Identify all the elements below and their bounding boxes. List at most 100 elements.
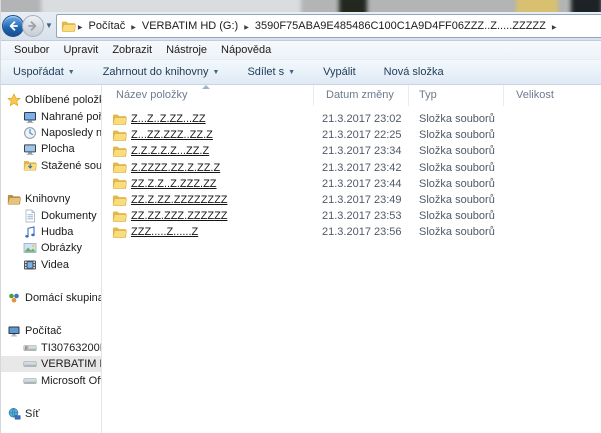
sidebar-item-nahrane-porad[interactable]: Nahrané pořad	[1, 108, 101, 124]
column-header-type[interactable]: Typ	[409, 85, 504, 106]
os-drive-icon	[22, 341, 37, 355]
file-name-cell[interactable]: ZZ.Z.ZZ.ZZZZZZZZ	[102, 193, 314, 207]
sidebar-item-domaci-skupina[interactable]: Domácí skupina	[1, 290, 101, 306]
command-toolbar: Uspořádat▼ Zahrnout do knihovny▼ Sdílet s ▼…	[1, 60, 601, 85]
sidebar-item-pocitac[interactable]: Počítač	[1, 323, 101, 339]
sidebar-item-sit[interactable]: Síť	[1, 406, 101, 422]
toolbar-item-vypalit[interactable]: Vypálit	[319, 64, 360, 80]
menu-item-soubor[interactable]: Soubor	[7, 42, 56, 58]
music-icon	[22, 225, 37, 239]
file-date-modified: 21.3.2017 23:53	[314, 210, 409, 222]
file-name: Z...ZZ.ZZZ..ZZ.Z	[131, 129, 213, 141]
sidebar-item-oblibene-polozky[interactable]: Oblíbené položky	[1, 92, 101, 108]
sidebar-item-dokumenty[interactable]: Dokumenty	[1, 207, 101, 223]
sidebar-item-microsoft-offic[interactable]: Microsoft Offic	[1, 372, 101, 388]
breadcrumb-item-3590f75aba9e485486c100c1a9d4ff06zzz-z-zzzzz[interactable]: 3590F75ABA9E485486C100C1A9D4FF06ZZZ..Z..…	[250, 20, 551, 32]
sidebar-item-label: Naposledy navš	[41, 127, 101, 139]
file-date-modified: 21.3.2017 23:02	[314, 113, 409, 125]
column-header-label: Typ	[419, 89, 437, 101]
file-name-cell[interactable]: Z.Z.Z.Z.Z...ZZ.Z	[102, 144, 314, 158]
file-type: Složka souborů	[409, 210, 504, 222]
folder-icon	[112, 112, 127, 126]
file-type: Složka souborů	[409, 145, 504, 157]
desktop-background-sliver	[1, 0, 601, 12]
menu-item-napoveda[interactable]: Nápověda	[214, 42, 278, 58]
breadcrumb-item-pocitac[interactable]: Počítač	[84, 20, 131, 32]
file-name-cell[interactable]: ZZZ.....Z......Z	[102, 225, 314, 239]
column-header-size[interactable]: Velikost	[504, 85, 584, 106]
file-name-cell[interactable]: Z.ZZZZ.ZZ.Z.ZZ.Z	[102, 161, 314, 175]
breadcrumb-item-verbatim-hd-g[interactable]: VERBATIM HD (G:)	[137, 20, 243, 32]
background-blur	[571, 0, 601, 12]
file-row[interactable]: ZZZ.....Z......Z21.3.2017 23:56Složka so…	[102, 224, 601, 240]
file-row[interactable]: Z...Z..Z.ZZ...ZZ21.3.2017 23:02Složka so…	[102, 111, 601, 127]
toolbar-item-sdilet-s[interactable]: Sdílet s ▼	[243, 64, 299, 80]
file-name: Z.Z.Z.Z.Z...ZZ.Z	[131, 145, 209, 157]
toolbar-item-label: Sdílet s	[247, 66, 284, 78]
back-button[interactable]	[2, 15, 24, 37]
background-blur	[339, 0, 367, 12]
file-name-cell[interactable]: ZZ.Z.Z..Z.ZZZ.ZZ	[102, 177, 314, 191]
file-row[interactable]: ZZ.Z.ZZ.ZZZZZZZZ21.3.2017 23:49Složka so…	[102, 192, 601, 208]
column-header-date[interactable]: Datum změny	[314, 85, 409, 106]
folder-icon	[112, 177, 127, 191]
file-date-modified: 21.3.2017 22:25	[314, 129, 409, 141]
sidebar-item-ti30763200b-c[interactable]: TI30763200B (C	[1, 340, 101, 356]
sidebar-item-label: VERBATIM HD (	[41, 358, 101, 370]
file-row[interactable]: Z...ZZ.ZZZ..ZZ.Z21.3.2017 22:25Složka so…	[102, 127, 601, 143]
dropdown-arrow-icon: ▼	[288, 69, 295, 76]
toolbar-item-usporadat[interactable]: Uspořádat▼	[9, 64, 79, 80]
forward-button[interactable]	[22, 15, 44, 37]
toolbar-item-label: Zahrnout do knihovny	[103, 66, 209, 78]
address-bar[interactable]: ▶Počítač▶VERBATIM HD (G:)▶3590F75ABA9E48…	[56, 14, 601, 38]
column-header-name[interactable]: Název položky	[102, 85, 314, 106]
sidebar-section-sit: Síť	[1, 406, 101, 422]
toolbar-item-zahrnout-do-knihovny[interactable]: Zahrnout do knihovny▼	[99, 64, 224, 80]
file-type: Složka souborů	[409, 113, 504, 125]
history-dropdown-chevron-icon[interactable]: ▼	[45, 22, 53, 30]
file-type: Složka souborů	[409, 178, 504, 190]
file-row[interactable]: Z.ZZZZ.ZZ.Z.ZZ.Z21.3.2017 23:42Složka so…	[102, 160, 601, 176]
folder-icon	[112, 225, 127, 239]
sidebar-item-stazene-soubor[interactable]: Stažené soubor	[1, 158, 101, 174]
sidebar-item-obrazky[interactable]: Obrázky	[1, 240, 101, 256]
sidebar-item-hudba[interactable]: Hudba	[1, 224, 101, 240]
network-icon	[6, 407, 21, 421]
sidebar-item-label: Hudba	[41, 226, 73, 238]
document-icon	[22, 209, 37, 223]
breadcrumb-separator-icon: ▶	[551, 25, 558, 31]
toolbar-item-label: Vypálit	[323, 66, 356, 78]
menu-item-nastroje[interactable]: Nástroje	[159, 42, 214, 58]
sidebar-item-label: Plocha	[41, 143, 75, 155]
menu-item-upravit[interactable]: Upravit	[56, 42, 105, 58]
sidebar-item-knihovny[interactable]: Knihovny	[1, 191, 101, 207]
file-row[interactable]: Z.Z.Z.Z.Z...ZZ.Z21.3.2017 23:34Složka so…	[102, 143, 601, 159]
file-type: Složka souborů	[409, 226, 504, 238]
sidebar-item-verbatim-hd[interactable]: VERBATIM HD (	[1, 356, 101, 372]
menu-bar: SouborUpravitZobrazitNástrojeNápověda	[1, 40, 601, 60]
file-list-pane: Název položky Datum změny Typ Velikost Z…	[102, 85, 601, 433]
folder-icon	[112, 209, 127, 223]
arrow-right-icon	[27, 20, 39, 32]
recent-places-icon	[22, 126, 37, 140]
column-headers: Název položky Datum změny Typ Velikost	[102, 85, 601, 106]
sidebar-item-plocha[interactable]: Plocha	[1, 141, 101, 157]
file-row[interactable]: ZZ.ZZ.ZZZ.ZZZZZZ21.3.2017 23:53Složka so…	[102, 208, 601, 224]
folder-icon	[112, 128, 127, 142]
file-name-cell[interactable]: ZZ.ZZ.ZZZ.ZZZZZZ	[102, 209, 314, 223]
file-date-modified: 21.3.2017 23:49	[314, 194, 409, 206]
toolbar-item-nova-slozka[interactable]: Nová složka	[380, 64, 448, 80]
content-area: Oblíbené položkyNahrané pořad Naposledy n…	[1, 85, 601, 433]
sidebar-item-videa[interactable]: Videa	[1, 257, 101, 273]
file-name-cell[interactable]: Z...ZZ.ZZZ..ZZ.Z	[102, 128, 314, 142]
sidebar-section-pocitac: PočítačTI30763200B (C VERBATIM HD ( Micros…	[1, 323, 101, 389]
sidebar-item-naposledy-navs[interactable]: Naposledy navš	[1, 125, 101, 141]
drive-icon	[22, 357, 37, 371]
file-row[interactable]: ZZ.Z.Z..Z.ZZZ.ZZ21.3.2017 23:44Složka so…	[102, 176, 601, 192]
column-header-label: Velikost	[516, 89, 554, 101]
breadcrumb-separator-icon: ▶	[130, 25, 137, 31]
menu-item-zobrazit[interactable]: Zobrazit	[105, 42, 159, 58]
sidebar-item-label: Dokumenty	[41, 210, 97, 222]
file-name-cell[interactable]: Z...Z..Z.ZZ...ZZ	[102, 112, 314, 126]
file-list: Z...Z..Z.ZZ...ZZ21.3.2017 23:02Složka so…	[102, 106, 601, 241]
